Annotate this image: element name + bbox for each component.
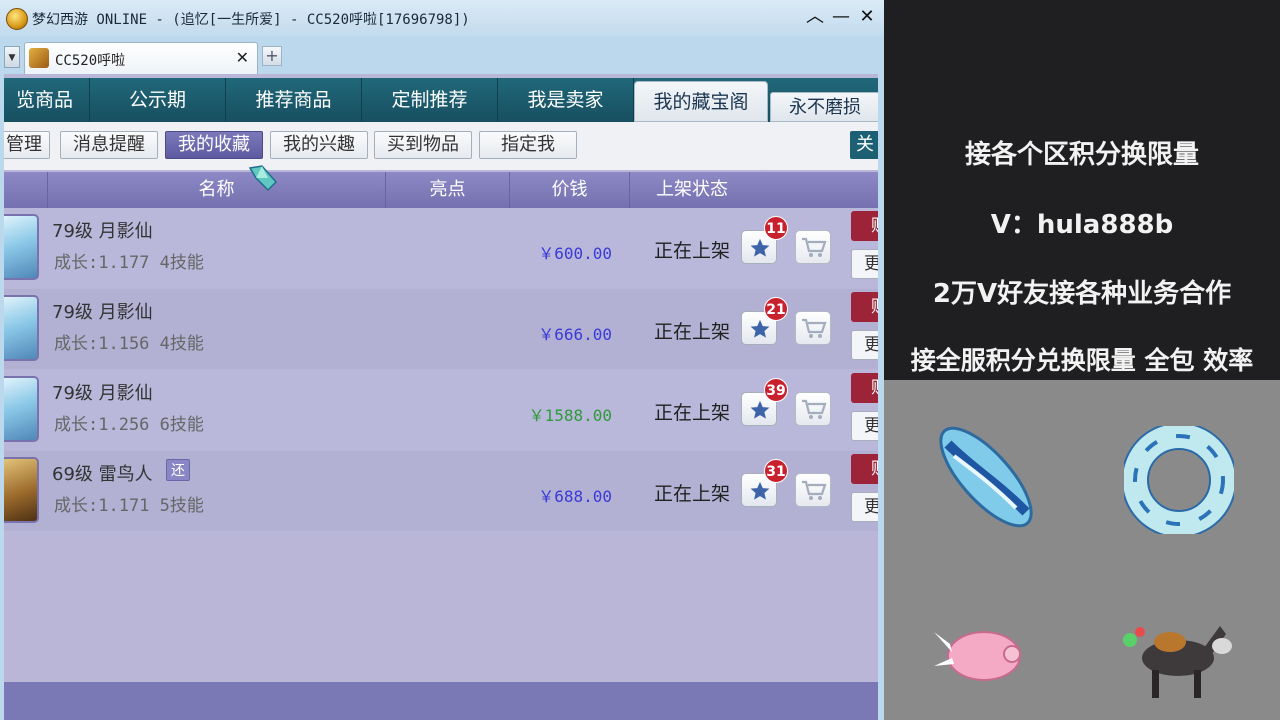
- add-to-cart-button[interactable]: [795, 311, 831, 345]
- footer-bar: [4, 682, 878, 720]
- pet-avatar: [4, 457, 39, 523]
- more-button[interactable]: 更: [851, 249, 878, 279]
- column-listing-status[interactable]: 上架状态: [630, 172, 754, 208]
- column-highlights[interactable]: 亮点: [386, 172, 510, 208]
- pet-avatar: [4, 214, 39, 280]
- promo-contact: V：hula888b: [990, 210, 1174, 240]
- tab-strip: ▼ CC520呼啦 ✕ +: [0, 40, 884, 74]
- favorite-count-badge: 39: [764, 378, 788, 402]
- treasure-pavilion-panel: 览商品 公示期 推荐商品 定制推荐 我是卖家 我的藏宝阁 永不磨损 管理 消息提…: [4, 74, 878, 720]
- column-price[interactable]: 价钱: [510, 172, 630, 208]
- cart-icon: [802, 399, 827, 419]
- column-spacer: [4, 172, 48, 208]
- star-icon: [750, 400, 770, 419]
- tab-browse-goods[interactable]: 览商品: [4, 78, 90, 122]
- game-client-window: 梦幻西游 ONLINE - (追忆[一生所爱] - CC520呼啦[176967…: [0, 0, 884, 720]
- surfboard-icon: [939, 426, 1033, 528]
- tab-my-treasure[interactable]: 我的藏宝阁: [634, 81, 768, 122]
- cart-icon: [802, 237, 827, 257]
- table-row[interactable]: 79级 月影仙 成长:1.156 4技能 ￥666.00 正在上架 21 购 更: [4, 289, 878, 369]
- add-to-cart-button[interactable]: [795, 392, 831, 426]
- subtab-purchased[interactable]: 买到物品: [374, 131, 472, 159]
- buy-button[interactable]: 购: [851, 292, 878, 322]
- buy-button[interactable]: 购: [851, 211, 878, 241]
- promo-line-1: 接各个区积分换限量: [964, 140, 1199, 170]
- pet-growth: 成长:1.256 6技能: [54, 415, 204, 435]
- pet-name: 79级 月影仙: [52, 383, 153, 404]
- add-to-cart-button[interactable]: [795, 230, 831, 264]
- table-header: 名称 亮点 价钱 上架状态: [4, 172, 878, 208]
- tab-list-dropdown-icon[interactable]: ▼: [4, 46, 20, 68]
- character-avatar-icon: [29, 48, 49, 68]
- subtab-manage[interactable]: 管理: [4, 131, 50, 159]
- never-wear-button[interactable]: 永不磨损: [770, 92, 878, 122]
- title-bar: 梦幻西游 ONLINE - (追忆[一生所爱] - CC520呼啦[176967…: [0, 0, 884, 36]
- table-row[interactable]: 69级 雷鸟人 还 成长:1.171 5技能 ￥688.00 正在上架 31 购…: [4, 451, 878, 531]
- restore-button[interactable]: ︿: [804, 6, 826, 28]
- main-nav: 览商品 公示期 推荐商品 定制推荐 我是卖家 我的藏宝阁 永不磨损: [4, 78, 878, 122]
- returnable-badge: 还: [166, 459, 190, 481]
- tab-cc520[interactable]: CC520呼啦 ✕: [24, 42, 258, 74]
- add-to-cart-button[interactable]: [795, 473, 831, 507]
- promo-line-3: 2万V好友接各种业务合作: [932, 279, 1232, 309]
- subtab-my-interests[interactable]: 我的兴趣: [270, 131, 368, 159]
- cursor-gem-icon: [248, 165, 278, 192]
- favorite-count-badge: 21: [764, 297, 788, 321]
- new-tab-button[interactable]: +: [262, 46, 282, 66]
- tab-close-button[interactable]: ✕: [236, 48, 249, 67]
- promo-overlay: 接各个区积分换限量 V：hula888b 2万V好友接各种业务合作 接全服积分兑…: [884, 0, 1280, 380]
- more-button[interactable]: 更: [851, 411, 878, 441]
- listing-status: 正在上架: [654, 483, 731, 505]
- tab-label: CC520呼啦: [55, 53, 126, 69]
- pet-growth: 成长:1.171 5技能: [54, 496, 204, 516]
- listing-status: 正在上架: [654, 240, 731, 262]
- window-title: 梦幻西游 ONLINE - (追忆[一生所爱] - CC520呼啦[176967…: [32, 12, 470, 28]
- game-logo-icon: [6, 8, 28, 30]
- star-icon: [750, 238, 770, 257]
- pet-avatar: [4, 295, 39, 361]
- tab-public-period[interactable]: 公示期: [90, 78, 226, 122]
- listing-status: 正在上架: [654, 321, 731, 343]
- pet-price: ￥1588.00: [528, 406, 612, 425]
- column-name[interactable]: 名称: [48, 172, 386, 208]
- flying-pig-icon: [934, 631, 1021, 681]
- favorite-count-badge: 11: [764, 216, 788, 240]
- listing-status: 正在上架: [654, 402, 731, 424]
- item-gallery: [884, 380, 1280, 720]
- star-icon: [750, 481, 770, 500]
- pet-price: ￥688.00: [538, 487, 612, 506]
- promo-line-4: 接全服积分兑换限量 全包 效率: [910, 346, 1254, 375]
- buy-button[interactable]: 购: [851, 454, 878, 484]
- favorite-count-badge: 31: [764, 459, 788, 483]
- pet-name: 79级 月影仙: [52, 302, 153, 323]
- pet-price: ￥666.00: [538, 325, 612, 344]
- buy-button[interactable]: 购: [851, 373, 878, 403]
- pet-avatar: [4, 376, 39, 442]
- more-button[interactable]: 更: [851, 330, 878, 360]
- sub-nav: 管理 消息提醒 我的收藏 我的兴趣 买到物品 指定我 关: [4, 122, 878, 170]
- pet-growth: 成长:1.156 4技能: [54, 334, 204, 354]
- star-icon: [750, 319, 770, 338]
- donkey-mount-icon: [1123, 626, 1232, 698]
- tab-custom-recommend[interactable]: 定制推荐: [362, 78, 498, 122]
- subtab-assigned-to-me[interactable]: 指定我: [479, 131, 577, 159]
- pet-name: 79级 月影仙: [52, 221, 153, 242]
- pet-growth: 成长:1.177 4技能: [54, 253, 204, 273]
- more-button[interactable]: 更: [851, 492, 878, 522]
- cart-icon: [802, 480, 827, 500]
- swim-ring-icon: [1124, 426, 1234, 534]
- subtab-notifications[interactable]: 消息提醒: [60, 131, 158, 159]
- close-panel-button[interactable]: 关: [850, 131, 878, 159]
- cart-icon: [802, 318, 827, 338]
- pet-name: 69级 雷鸟人: [52, 464, 153, 485]
- table-row[interactable]: 79级 月影仙 成长:1.177 4技能 ￥600.00 正在上架 11 购 更: [4, 208, 878, 288]
- table-row[interactable]: 79级 月影仙 成长:1.256 6技能 ￥1588.00 正在上架 39 购 …: [4, 370, 878, 450]
- tab-recommended[interactable]: 推荐商品: [226, 78, 362, 122]
- close-window-button[interactable]: ✕: [856, 6, 878, 28]
- minimize-button[interactable]: —: [830, 6, 852, 28]
- pet-price: ￥600.00: [538, 244, 612, 263]
- tab-seller[interactable]: 我是卖家: [498, 78, 634, 122]
- subtab-my-favorites[interactable]: 我的收藏: [165, 131, 263, 159]
